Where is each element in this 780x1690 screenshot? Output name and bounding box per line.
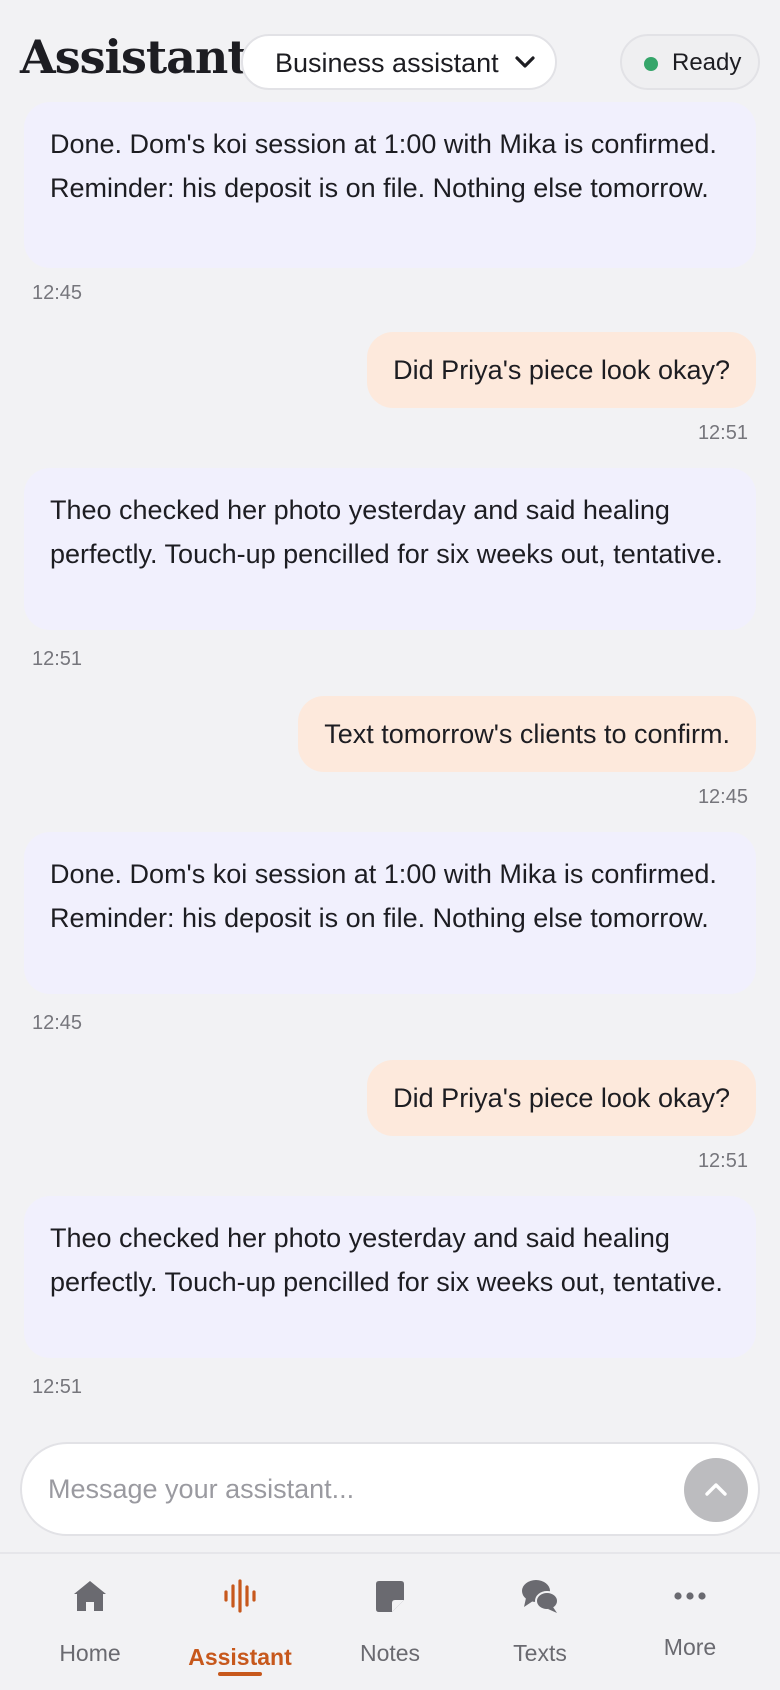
nav-item-texts[interactable]: Texts <box>465 1554 615 1690</box>
message-timestamp: 12:45 <box>697 786 748 808</box>
status-badge: Ready <box>620 34 760 90</box>
nav-label: Texts <box>513 1640 567 1666</box>
nav-item-notes[interactable]: Notes <box>315 1554 465 1690</box>
user-message: Text tomorrow's clients to confirm. <box>298 696 756 772</box>
user-message: Did Priya's piece look okay? <box>367 332 756 408</box>
message-timestamp: 12:51 <box>32 648 83 670</box>
message-timestamp: 12:45 <box>32 282 83 304</box>
message-input-placeholder: Message your assistant... <box>48 1474 355 1504</box>
assistant-message: Theo checked her photo yesterday and sai… <box>24 1196 756 1358</box>
nav-item-more[interactable]: More <box>615 1554 765 1690</box>
note-icon <box>376 1581 404 1612</box>
nav-item-home[interactable]: Home <box>15 1554 165 1690</box>
status-label: Ready <box>672 49 742 76</box>
message-text: Theo checked her photo yesterday and sai… <box>50 495 723 569</box>
message-input[interactable]: Message your assistant... <box>20 1442 760 1536</box>
nav-item-assistant[interactable]: Assistant <box>165 1554 315 1690</box>
assistant-mode-select[interactable]: Business assistant <box>241 34 557 90</box>
nav-label: Notes <box>359 1640 421 1666</box>
status-dot-icon <box>644 57 658 71</box>
message-text: Theo checked her photo yesterday and sai… <box>50 1223 723 1297</box>
message-text: Done. Dom's koi session at 1:00 with Mik… <box>50 859 717 933</box>
assistant-message: Done. Dom's koi session at 1:00 with Mik… <box>24 832 756 994</box>
message-timestamp: 12:51 <box>697 422 748 444</box>
active-indicator <box>218 1672 262 1676</box>
home-icon <box>74 1581 106 1611</box>
send-button[interactable] <box>684 1458 748 1522</box>
message-text: Text tomorrow's clients to confirm. <box>324 719 730 749</box>
message-timestamp: 12:45 <box>32 1012 83 1034</box>
assistant-message: Done. Dom's koi session at 1:00 with Mik… <box>24 102 756 268</box>
message-text: Done. Dom's koi session at 1:00 with Mik… <box>50 129 717 203</box>
page-title: Assistant <box>20 30 249 84</box>
chevron-up-icon <box>705 1483 727 1496</box>
assistant-message: Theo checked her photo yesterday and sai… <box>24 468 756 630</box>
message-text: Did Priya's piece look okay? <box>393 1083 730 1113</box>
nav-label: More <box>663 1634 717 1660</box>
message-timestamp: 12:51 <box>697 1150 748 1172</box>
chevron-down-icon <box>515 56 535 68</box>
message-timestamp: 12:51 <box>32 1376 83 1398</box>
bottom-nav: Home Assistant Notes Texts More <box>0 1552 780 1690</box>
more-dots-icon <box>674 1592 706 1600</box>
nav-label: Home <box>59 1640 121 1666</box>
chat-bubbles-icon <box>522 1580 559 1613</box>
message-text: Did Priya's piece look okay? <box>393 355 730 385</box>
nav-label: Assistant <box>188 1644 292 1670</box>
user-message: Did Priya's piece look okay? <box>367 1060 756 1136</box>
assistant-mode-value: Business assistant <box>275 48 499 78</box>
soundwave-icon <box>224 1579 256 1613</box>
